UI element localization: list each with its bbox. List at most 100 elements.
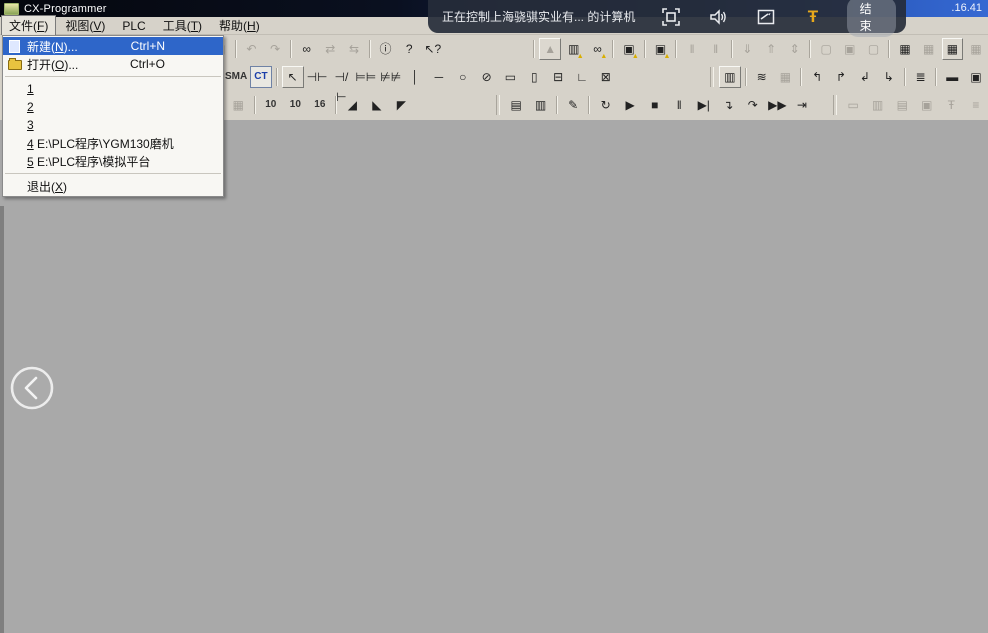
speaker-icon[interactable] <box>707 5 730 29</box>
file-menu-item-3[interactable]: 1 <box>3 80 223 98</box>
new-closed-or-contact-icon[interactable]: ⊭⊭ <box>379 66 402 88</box>
simulator-online-icon[interactable]: ▣▲ <box>650 38 672 60</box>
remote-control-banner: 正在控制上海骁骐实业有... 的计算机 Ŧ 结束 <box>428 0 906 33</box>
window-tile-icon: ▥ <box>866 94 889 116</box>
new-coil-icon[interactable]: ○ <box>452 66 474 88</box>
file-menu-item-1[interactable]: 打开(O)... Ctrl+O <box>3 55 223 73</box>
file-menu-item-0[interactable]: 新建(N)...Ctrl+N <box>3 37 223 55</box>
insert-rung-above-icon[interactable]: ↰ <box>806 66 828 88</box>
plc-memory-icon[interactable]: ▤ <box>505 94 528 116</box>
rung-comment-grid-icon: ▦ <box>227 94 250 116</box>
sim-pause-icon[interactable]: ‖ <box>668 94 691 116</box>
find-icon[interactable]: ∞ <box>296 38 318 60</box>
new-contact-icon[interactable]: ⊣⊢ <box>306 66 329 88</box>
monitor-decimal-icon[interactable]: 10 <box>260 94 283 116</box>
timer-chart-icon: ▦ <box>775 66 797 88</box>
file-menu-item-9[interactable]: 退出(X) <box>3 177 223 195</box>
new-vertical-line-icon[interactable]: │ <box>404 66 426 88</box>
pause-monitor-icon: ‖ <box>705 38 727 60</box>
memory-edit-icon[interactable]: ✎ <box>562 94 585 116</box>
function-block-icon[interactable]: ⊟ <box>547 66 569 88</box>
app-title: CX-Programmer <box>24 3 107 15</box>
sim-continuous-run-icon[interactable]: ▶▶ <box>766 94 789 116</box>
find-replace-icon: ⇄ <box>319 38 341 60</box>
sim-step-icon[interactable]: ▶| <box>692 94 715 116</box>
toolbar-separator <box>888 40 890 58</box>
selection-cursor-icon[interactable]: ↖ <box>282 66 304 88</box>
toolbar-separator <box>290 40 292 58</box>
new-or-contact-icon[interactable]: ⊨⊨ <box>354 66 377 88</box>
force-on-icon[interactable]: ◢ <box>341 94 364 116</box>
transfer-program-icon[interactable]: ▥ <box>719 66 741 88</box>
open-folder-icon <box>5 57 25 71</box>
new-closed-coil-icon[interactable]: ⊘ <box>476 66 498 88</box>
properties-icon[interactable]: ⓘ <box>375 38 397 60</box>
monitor-hex-icon[interactable]: 16 <box>309 94 332 116</box>
compare-with-plc-icon: ⇕ <box>784 38 806 60</box>
new-instruction-set-icon[interactable]: ▯ <box>523 66 545 88</box>
sim-stop-icon[interactable]: ■ <box>643 94 666 116</box>
online-edit-icon: ‖ <box>681 38 703 60</box>
new-instruction-icon[interactable]: ▭ <box>500 66 522 88</box>
new-closed-contact-icon[interactable]: ⊣/⊢ <box>330 66 352 88</box>
file-menu-item-4[interactable]: 2 <box>3 98 223 116</box>
warning-badge: ▲ <box>663 53 670 60</box>
watch-grid-icon[interactable]: ▦ <box>942 38 964 60</box>
sim-step-in-icon[interactable]: ↴ <box>717 94 740 116</box>
toolbar-separator <box>904 68 906 86</box>
menu-item-1[interactable]: 视图(V) <box>57 15 113 36</box>
help-icon[interactable]: ? <box>398 38 420 60</box>
ladder-view-icon[interactable]: CT <box>250 66 272 88</box>
compile-icon[interactable]: ≋ <box>751 66 773 88</box>
insert-row-icon[interactable]: ↲ <box>854 66 876 88</box>
toolbar-separator <box>335 96 337 114</box>
menu-item-label: 打开(O)... <box>27 56 78 73</box>
menu-icon-empty <box>5 118 25 132</box>
menu-icon-empty <box>5 154 25 168</box>
menu-item-4[interactable]: 帮助(H) <box>211 15 268 36</box>
file-menu-item-6[interactable]: 4 E:\PLC程序\YGM130磨机 <box>3 134 223 152</box>
fullscreen-icon[interactable] <box>659 5 682 29</box>
monitor-mode-icon: ▣ <box>839 38 861 60</box>
simulation-mode-icon[interactable]: ↻ <box>594 94 617 116</box>
auto-online-icon[interactable]: ▥▲ <box>563 38 585 60</box>
keyboard-map-icon: Ŧ <box>940 94 963 116</box>
menu-item-0[interactable]: 文件(F) <box>1 15 56 36</box>
end-session-button[interactable]: 结束 <box>847 0 896 37</box>
menu-shortcut: Ctrl+O <box>130 57 221 71</box>
transfer-to-plc-icon: ⇓ <box>737 38 759 60</box>
sim-run-icon[interactable]: ▶ <box>619 94 642 116</box>
output-window-icon[interactable]: ▣ <box>965 66 987 88</box>
watch-window-icon[interactable]: ▬ <box>941 66 963 88</box>
annotate-window-icon[interactable] <box>754 5 777 29</box>
program-mode-icon: ▢ <box>815 38 837 60</box>
cross-reference-icon[interactable]: ≣ <box>910 66 932 88</box>
delete-rung-icon[interactable]: ↱ <box>830 66 852 88</box>
menu-item-3[interactable]: 工具(T) <box>155 15 210 36</box>
back-button[interactable] <box>9 365 55 411</box>
toolbar-more-icon: ≡ <box>965 94 988 116</box>
app-window-icon <box>4 3 19 15</box>
remote-control-icon[interactable]: Ŧ <box>801 5 824 29</box>
force-cancel-icon[interactable]: ◤ <box>390 94 413 116</box>
new-horizontal-line-icon[interactable]: ─ <box>428 66 450 88</box>
context-help-icon[interactable]: ↖? <box>422 38 444 60</box>
force-off-icon[interactable]: ◣ <box>366 94 389 116</box>
sim-run-to-break-icon[interactable]: ⇥ <box>791 94 814 116</box>
file-menu-item-7[interactable]: 5 E:\PLC程序\模拟平台 <box>3 152 223 170</box>
corner-line-icon[interactable]: ∟ <box>571 66 593 88</box>
invert-icon[interactable]: ⊠ <box>595 66 617 88</box>
window-stack-icon: ▤ <box>891 94 914 116</box>
toolbar-separator <box>800 68 802 86</box>
sim-step-over-icon[interactable]: ↷ <box>742 94 765 116</box>
menu-separator <box>5 76 221 77</box>
delete-row-icon[interactable]: ↳ <box>878 66 900 88</box>
online-save-icon[interactable]: ▣▲ <box>618 38 640 60</box>
menu-item-label: 3 <box>27 118 34 132</box>
toolbar-separator <box>235 40 237 58</box>
file-menu-item-5[interactable]: 3 <box>3 116 223 134</box>
auto-online-network-icon[interactable]: ∞▲ <box>587 38 609 60</box>
io-table-grid-icon[interactable]: ▦ <box>894 38 916 60</box>
menu-item-2[interactable]: PLC <box>114 17 153 35</box>
plc-memory-backup-icon[interactable]: ▥ <box>529 94 552 116</box>
